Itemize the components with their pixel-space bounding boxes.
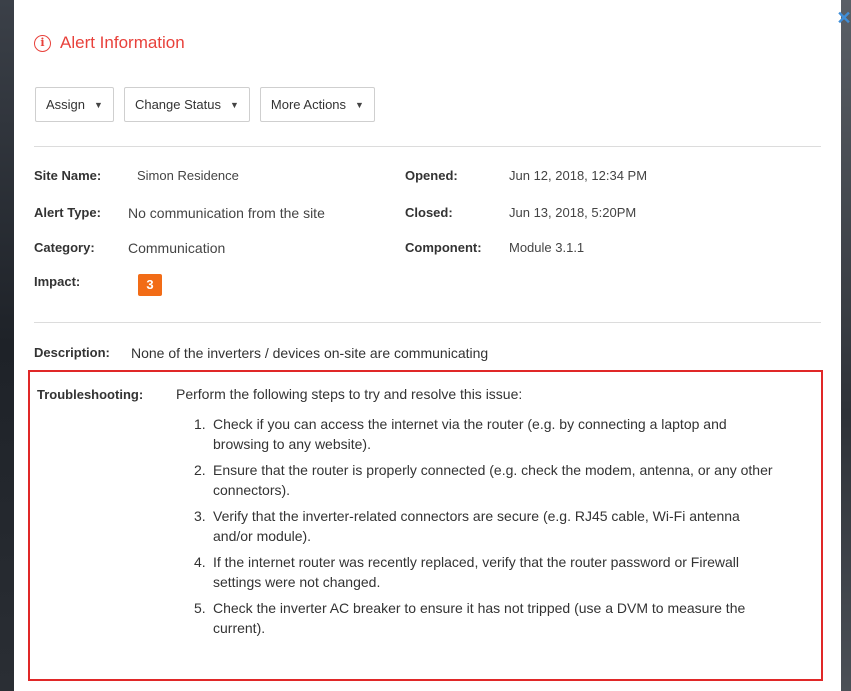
action-toolbar: Assign ▼ Change Status ▼ More Actions ▼ xyxy=(35,87,385,122)
description-value: None of the inverters / devices on-site … xyxy=(131,345,489,361)
alert-type-value: No communication from the site xyxy=(128,205,325,221)
site-name-label: Site Name: xyxy=(34,168,102,183)
step-text: If the internet router was recently repl… xyxy=(213,554,740,590)
category-label: Category: xyxy=(34,240,95,255)
background-right xyxy=(841,0,851,691)
background-left xyxy=(0,0,14,691)
info-icon: i xyxy=(34,34,51,52)
component-value: Module 3.1.1 xyxy=(509,240,585,255)
opened-label: Opened: xyxy=(405,168,458,183)
step-text: Verify that the inverter-related connect… xyxy=(213,508,740,544)
step-text: Ensure that the router is properly conne… xyxy=(213,462,773,498)
impact-badge: 3 xyxy=(138,274,162,296)
step-number: 5. xyxy=(194,600,206,616)
close-icon[interactable]: ✕ xyxy=(835,9,851,27)
change-status-label: Change Status xyxy=(134,97,221,112)
step-number: 2. xyxy=(194,462,206,478)
list-item: 2. Ensure that the router is properly co… xyxy=(194,460,774,500)
closed-label: Closed: xyxy=(405,205,453,220)
modal-title: i Alert Information xyxy=(34,33,185,53)
list-item: 3. Verify that the inverter-related conn… xyxy=(194,506,774,546)
step-text: Check if you can access the internet via… xyxy=(213,416,727,452)
change-status-dropdown-button[interactable]: Change Status ▼ xyxy=(123,87,250,122)
list-item: 1. Check if you can access the internet … xyxy=(194,414,774,454)
list-item: 4. If the internet router was recently r… xyxy=(194,552,774,592)
closed-value: Jun 13, 2018, 5:20PM xyxy=(509,205,637,220)
divider xyxy=(34,146,821,147)
description-label: Description: xyxy=(34,345,110,360)
more-actions-dropdown-button[interactable]: More Actions ▼ xyxy=(259,87,375,122)
chevron-down-icon: ▼ xyxy=(355,99,364,110)
step-number: 3. xyxy=(194,508,206,524)
troubleshooting-intro: Perform the following steps to try and r… xyxy=(176,386,523,402)
site-name-value: Simon Residence xyxy=(137,168,239,183)
assign-label: Assign xyxy=(46,97,86,112)
chevron-down-icon: ▼ xyxy=(229,99,239,110)
step-text: Check the inverter AC breaker to ensure … xyxy=(213,600,746,636)
alert-modal: ✕ i Alert Information Assign ▼ Change St… xyxy=(14,0,851,691)
assign-dropdown-button[interactable]: Assign ▼ xyxy=(35,87,114,122)
opened-value: Jun 12, 2018, 12:34 PM xyxy=(509,168,648,183)
chevron-down-icon: ▼ xyxy=(94,99,103,110)
category-value: Communication xyxy=(128,240,226,256)
divider xyxy=(34,322,821,323)
alert-type-label: Alert Type: xyxy=(34,205,101,220)
troubleshooting-label: Troubleshooting: xyxy=(37,387,144,402)
list-item: 5. Check the inverter AC breaker to ensu… xyxy=(194,598,774,638)
impact-label: Impact: xyxy=(34,274,81,289)
step-number: 1. xyxy=(194,416,206,432)
modal-title-text: Alert Information xyxy=(60,33,185,52)
step-number: 4. xyxy=(194,554,206,570)
more-actions-label: More Actions xyxy=(270,97,347,112)
component-label: Component: xyxy=(405,240,482,255)
troubleshooting-steps: 1. Check if you can access the internet … xyxy=(194,414,774,644)
